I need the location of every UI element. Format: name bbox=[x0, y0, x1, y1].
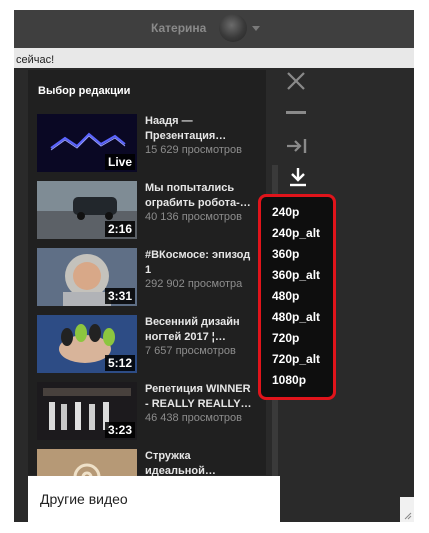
duration-badge: 5:12 bbox=[104, 355, 135, 371]
video-title[interactable]: Мы попытались ограбить робота-… bbox=[145, 181, 255, 211]
quality-option-240p-alt[interactable]: 240p_alt bbox=[272, 226, 320, 240]
quality-option-480p-alt[interactable]: 480p_alt bbox=[272, 310, 320, 324]
duration-badge: 2:16 bbox=[104, 221, 135, 237]
chevron-down-icon[interactable] bbox=[252, 26, 260, 31]
quality-option-720p[interactable]: 720p bbox=[272, 331, 299, 345]
video-thumbnail[interactable]: 5:12 bbox=[37, 315, 137, 373]
open-in-tab-icon[interactable] bbox=[286, 137, 308, 155]
video-title[interactable]: Весенний дизайн ногтей 2017 ¦… bbox=[145, 315, 255, 345]
resize-icon bbox=[404, 512, 412, 520]
video-title[interactable]: Репетиция WINNER - REALLY REALLY… bbox=[145, 382, 255, 412]
list-item[interactable]: 3:23 Репетиция WINNER - REALLY REALLY… 4… bbox=[37, 382, 257, 442]
view-count: 46 438 просмотров bbox=[145, 412, 242, 424]
duration-badge: Live bbox=[104, 154, 135, 170]
quality-option-360p[interactable]: 360p bbox=[272, 247, 299, 261]
video-player-window: Катерина сейчас! Выбор редакции Live Наа… bbox=[14, 10, 414, 522]
top-bar: Катерина bbox=[14, 10, 414, 48]
list-item[interactable]: 5:12 Весенний дизайн ногтей 2017 ¦… 7 65… bbox=[37, 315, 257, 375]
status-text: сейчас! bbox=[16, 54, 55, 66]
page-strip bbox=[14, 48, 414, 68]
view-count: 292 902 просмотра bbox=[145, 278, 243, 290]
other-videos-bar[interactable]: Другие видео bbox=[28, 476, 280, 522]
resize-handle[interactable] bbox=[400, 497, 414, 522]
list-item[interactable]: 3:31 #ВКосмосе: эпизод 1 292 902 просмот… bbox=[37, 248, 257, 308]
video-title[interactable]: Наадя — Презентация… bbox=[145, 114, 255, 144]
list-item[interactable]: 2:16 Мы попытались ограбить робота-… 40 … bbox=[37, 181, 257, 241]
quality-menu: 240p 240p_alt 360p 360p_alt 480p 480p_al… bbox=[258, 194, 336, 400]
other-videos-label[interactable]: Другие видео bbox=[40, 491, 128, 507]
video-thumbnail[interactable]: 3:23 bbox=[37, 382, 137, 440]
playlist-title: Выбор редакции bbox=[38, 85, 131, 97]
view-count: 7 657 просмотров bbox=[145, 345, 236, 357]
video-title[interactable]: Стружка идеальной… bbox=[145, 449, 255, 479]
minimize-icon[interactable] bbox=[286, 111, 306, 114]
playlist-panel: Выбор редакции Live Наадя — Презентация…… bbox=[28, 70, 278, 522]
quality-option-1080p[interactable]: 1080p bbox=[272, 373, 306, 387]
view-count: 40 136 просмотров bbox=[145, 211, 242, 223]
close-icon[interactable] bbox=[285, 70, 307, 92]
quality-option-360p-alt[interactable]: 360p_alt bbox=[272, 268, 320, 282]
duration-badge: 3:31 bbox=[104, 288, 135, 304]
view-count: 15 629 просмотров bbox=[145, 144, 242, 156]
video-title[interactable]: #ВКосмосе: эпизод 1 bbox=[145, 248, 255, 278]
video-thumbnail[interactable]: 2:16 bbox=[37, 181, 137, 239]
download-icon[interactable] bbox=[287, 166, 309, 188]
quality-option-480p[interactable]: 480p bbox=[272, 289, 299, 303]
avatar[interactable] bbox=[219, 14, 247, 42]
quality-option-720p-alt[interactable]: 720p_alt bbox=[272, 352, 320, 366]
user-name[interactable]: Катерина bbox=[151, 21, 206, 35]
list-item[interactable]: Live Наадя — Презентация… 15 629 просмот… bbox=[37, 114, 257, 174]
quality-option-240p[interactable]: 240p bbox=[272, 205, 299, 219]
video-thumbnail[interactable]: Live bbox=[37, 114, 137, 172]
video-thumbnail[interactable]: 3:31 bbox=[37, 248, 137, 306]
duration-badge: 3:23 bbox=[104, 422, 135, 438]
